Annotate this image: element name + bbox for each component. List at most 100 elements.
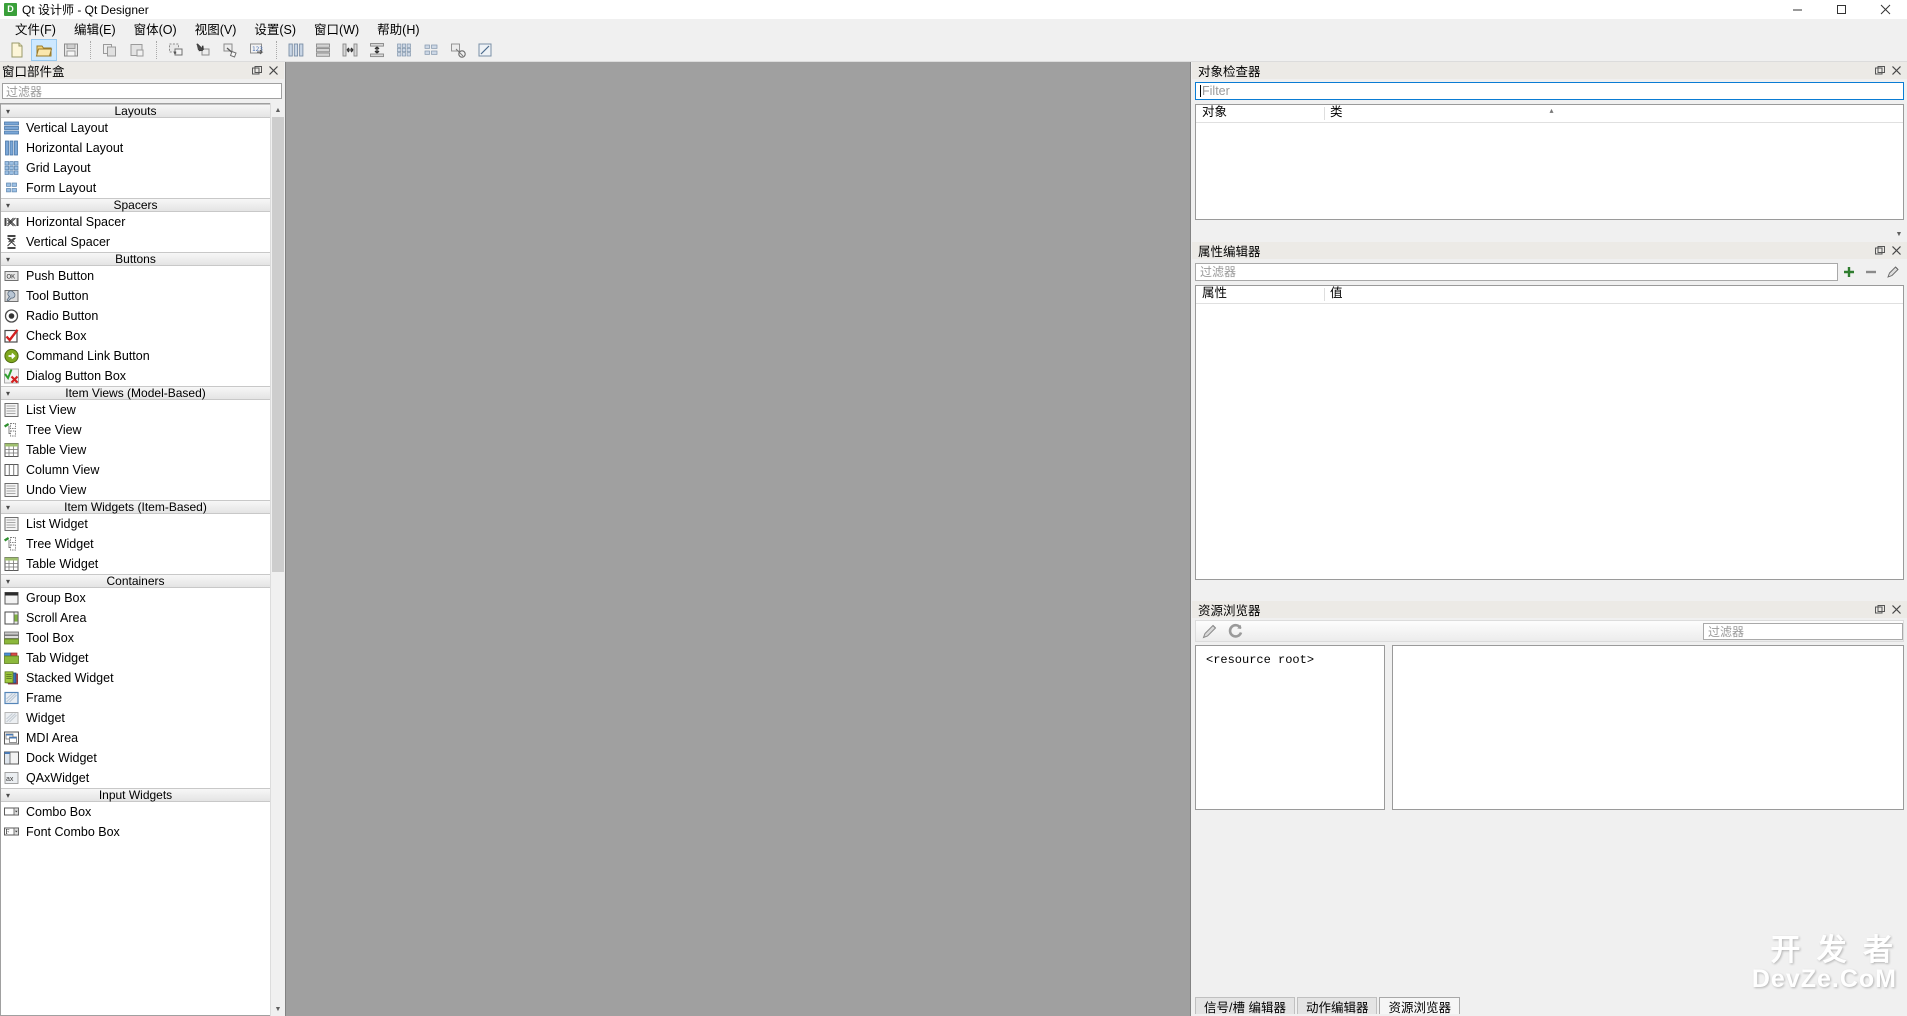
paste-button[interactable] [124,39,150,61]
widget-item-table-widget[interactable]: Table Widget [1,554,270,574]
widget-item-form-layout[interactable]: Form Layout [1,178,270,198]
minimize-button[interactable] [1775,0,1819,19]
widget-box-filter[interactable]: 过滤器 [2,83,282,99]
layout-form-button[interactable] [418,39,444,61]
tab-action-editor[interactable]: 动作编辑器 [1296,997,1378,1015]
widget-item-vertical-spacer[interactable]: Vertical Spacer [1,232,270,252]
add-property-button[interactable] [1838,263,1860,281]
edit-buddies-button[interactable] [217,39,243,61]
edit-widgets-button[interactable] [163,39,189,61]
open-form-button[interactable] [31,38,57,61]
widget-item-radio-button[interactable]: Radio Button [1,306,270,326]
tab-resource-browser[interactable]: 资源浏览器 [1379,997,1460,1015]
break-layout-button[interactable] [445,39,471,61]
category-item-views[interactable]: ▾ Item Views (Model-Based) [1,386,270,400]
widget-item-scroll-area[interactable]: Scroll Area [1,608,270,628]
layout-splitter-vertical-button[interactable] [364,39,390,61]
float-icon[interactable] [251,65,262,76]
menu-file[interactable]: 文件(F) [6,17,65,40]
widget-item-dock-widget[interactable]: Dock Widget [1,748,270,768]
maximize-button[interactable] [1819,0,1863,19]
edit-tab-order-button[interactable]: 123 [244,39,270,61]
widget-item-stacked-widget[interactable]: Stacked Widget [1,668,270,688]
close-icon[interactable] [1891,245,1902,256]
widget-item-tool-button[interactable]: Tool Button [1,286,270,306]
widget-item-check-box[interactable]: Check Box [1,326,270,346]
widget-item-mdi-area[interactable]: MDI Area [1,728,270,748]
edit-signals-slots-button[interactable] [190,39,216,61]
reload-resources-button[interactable] [1222,621,1248,641]
close-icon[interactable] [1891,65,1902,76]
column-header-property[interactable]: 属性 [1196,286,1324,303]
menu-edit[interactable]: 编辑(E) [65,17,125,40]
menu-form[interactable]: 窗体(O) [125,17,186,40]
widget-item-horizontal-layout[interactable]: Horizontal Layout [1,138,270,158]
widget-item-vertical-layout[interactable]: Vertical Layout [1,118,270,138]
widget-item-column-view[interactable]: Column View [1,460,270,480]
widget-item-tree-view[interactable]: Tree View [1,420,270,440]
category-buttons[interactable]: ▾ Buttons [1,252,270,266]
property-editor-filter-input[interactable]: 过滤器 [1195,262,1838,281]
widget-item-dialog-button-box[interactable]: Dialog Button Box [1,366,270,386]
widget-item-widget[interactable]: Widget [1,708,270,728]
widget-item-qaxwidget[interactable]: ax QAxWidget [1,768,270,788]
layout-horizontally-button[interactable] [283,39,309,61]
float-icon[interactable] [1874,604,1885,615]
category-item-widgets[interactable]: ▾ Item Widgets (Item-Based) [1,500,270,514]
category-spacers[interactable]: ▾ Spacers [1,198,270,212]
widget-item-grid-layout[interactable]: Grid Layout [1,158,270,178]
remove-property-button[interactable] [1860,263,1882,281]
category-input-widgets[interactable]: ▾ Input Widgets [1,788,270,802]
object-inspector-scroll-down-icon[interactable]: ▼ [1893,228,1905,240]
layout-grid-button[interactable] [391,39,417,61]
resource-browser-filter-input[interactable]: 过滤器 [1703,622,1903,640]
column-header-value[interactable]: 值 [1324,286,1343,303]
widget-item-group-box[interactable]: Group Box [1,588,270,608]
object-inspector-filter-input[interactable]: Filter [1195,82,1904,100]
menu-view[interactable]: 视图(V) [186,17,246,40]
scroll-down-icon[interactable]: ▼ [271,1002,285,1016]
scroll-up-icon[interactable]: ▲ [271,103,285,117]
save-form-button[interactable] [58,39,84,61]
category-layouts[interactable]: ▾ Layouts [1,104,270,118]
widget-item-tool-box[interactable]: Tool Box [1,628,270,648]
resource-tree-panel[interactable]: <resource root> [1195,645,1385,810]
column-header-class[interactable]: 类 [1324,105,1343,122]
menu-help[interactable]: 帮助(H) [368,17,428,40]
widget-item-font-combo-box[interactable]: F Font Combo Box [1,822,270,842]
widget-item-tab-widget[interactable]: Tab Widget [1,648,270,668]
layout-splitter-horizontal-button[interactable] [337,39,363,61]
menu-settings[interactable]: 设置(S) [245,17,305,40]
widget-item-tree-widget[interactable]: Tree Widget [1,534,270,554]
category-containers[interactable]: ▾ Containers [1,574,270,588]
widget-item-horizontal-spacer[interactable]: Horizontal Spacer [1,212,270,232]
layout-vertically-button[interactable] [310,39,336,61]
menu-window[interactable]: 窗口(W) [305,17,368,40]
widget-item-combo-box[interactable]: Combo Box [1,802,270,822]
widget-item-frame[interactable]: Frame [1,688,270,708]
float-icon[interactable] [1874,65,1885,76]
widget-item-undo-view[interactable]: Undo View [1,480,270,500]
property-editor-table[interactable]: 属性 值 [1195,285,1904,580]
copy-button[interactable] [97,39,123,61]
resource-preview-panel[interactable] [1392,645,1904,810]
widget-item-command-link-button[interactable]: Command Link Button [1,346,270,366]
new-form-button[interactable] [4,39,30,61]
scrollbar-thumb[interactable] [272,117,284,572]
adjust-size-button[interactable] [472,39,498,61]
float-icon[interactable] [1874,245,1885,256]
widget-item-table-view[interactable]: Table View [1,440,270,460]
configure-property-button[interactable] [1882,263,1904,281]
form-canvas-area[interactable] [285,62,1191,1016]
widget-item-push-button[interactable]: OK Push Button [1,266,270,286]
close-icon[interactable] [1891,604,1902,615]
widget-item-list-widget[interactable]: List Widget [1,514,270,534]
column-header-object[interactable]: 对象 [1196,105,1324,122]
widget-box-list[interactable]: ▾ Layouts Vertical Layout Horizontal Lay… [0,103,270,1016]
resource-root-label[interactable]: <resource root> [1206,653,1314,667]
widget-box-scrollbar[interactable]: ▲ ▼ [270,103,285,1016]
close-button[interactable] [1863,0,1907,19]
tab-signal-slot-editor[interactable]: 信号/槽 编辑器 [1195,997,1295,1015]
close-icon[interactable] [268,65,279,76]
widget-item-list-view[interactable]: List View [1,400,270,420]
